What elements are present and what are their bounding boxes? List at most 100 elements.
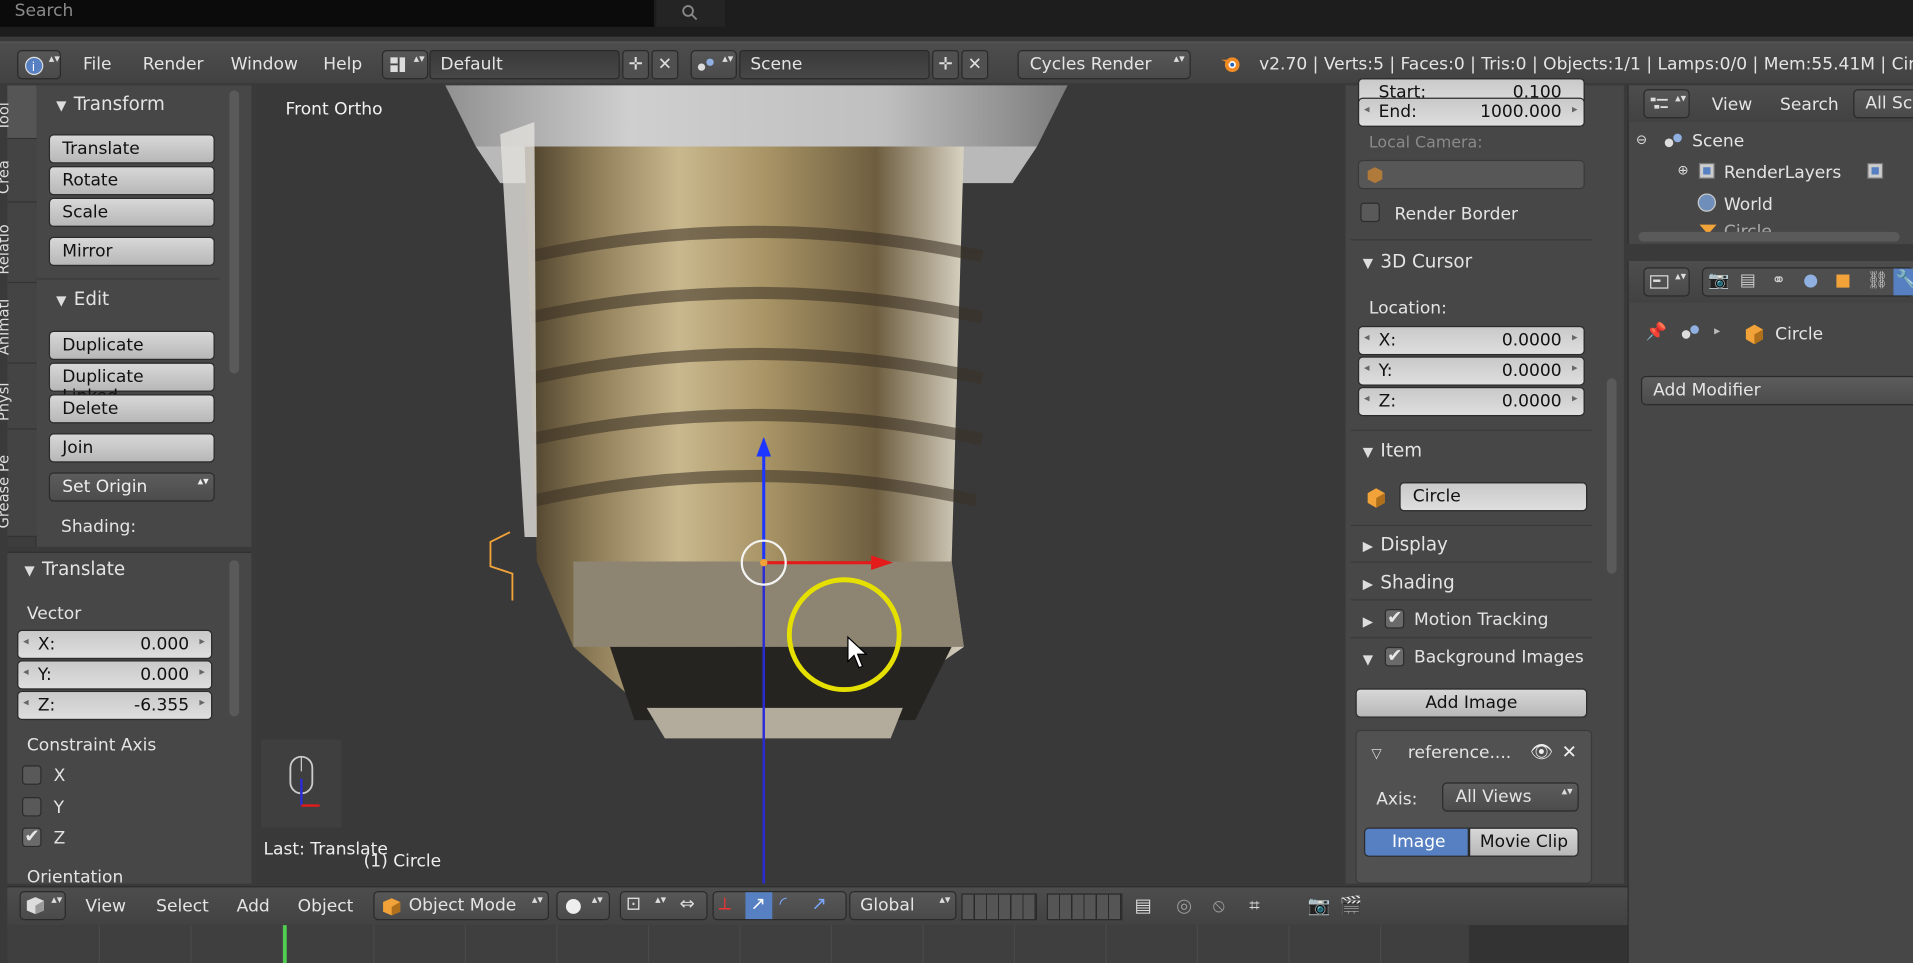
cursor-z-field[interactable]: ◂ Z: 0.0000 ▸ <box>1357 386 1585 417</box>
outliner-scrollbar[interactable] <box>1638 231 1900 242</box>
scene-icon[interactable]: ⚭ <box>1771 271 1785 291</box>
remove-layout-button[interactable]: ✕ <box>651 50 679 80</box>
transform-orientation-select[interactable]: Global ▴▾ <box>849 890 957 921</box>
display-panel-header[interactable]: ▶ Display <box>1363 533 1448 555</box>
cursor-y-field[interactable]: ◂ Y: 0.0000 ▸ <box>1357 356 1585 386</box>
constraint-z-checkbox[interactable] <box>21 825 42 848</box>
render-layers-icon[interactable] <box>1865 161 1887 181</box>
n-panel-scrollbar[interactable] <box>1606 378 1617 574</box>
local-camera-field[interactable] <box>1357 159 1585 190</box>
viewport-shading-select[interactable]: ● ▴▾ <box>556 890 611 921</box>
menu-render[interactable]: Render <box>143 55 204 75</box>
outliner-renderlayers-label[interactable]: RenderLayers <box>1724 164 1841 184</box>
item-panel-header[interactable]: ▼ Item <box>1363 439 1422 461</box>
modifiers-wrench-icon[interactable]: 🔧 <box>1893 268 1913 296</box>
vector-z-field[interactable]: ◂ Z: -6.355 ▸ <box>17 690 213 721</box>
outliner-filter-select[interactable]: All Sce <box>1853 89 1913 119</box>
search-button[interactable] <box>656 0 725 27</box>
object-icon[interactable]: ■ <box>1835 271 1851 291</box>
tab-create[interactable]: Crea <box>0 139 37 203</box>
tab-grease-pencil[interactable]: Grease Pe <box>0 429 37 538</box>
outliner-scene-label[interactable]: Scene <box>1692 132 1744 152</box>
join-button[interactable]: Join <box>48 433 215 463</box>
tab-animation[interactable]: Animati <box>0 283 37 364</box>
outliner-menu-view[interactable]: View <box>1712 95 1753 115</box>
menu-file[interactable]: File <box>83 55 112 75</box>
tab-movie-clip[interactable]: Movie Clip <box>1468 827 1579 857</box>
cursor-x-field[interactable]: ◂ X: 0.0000 ▸ <box>1357 325 1585 356</box>
shading-panel-header[interactable]: ▶ Shading <box>1363 571 1455 593</box>
interaction-mode-select[interactable]: Object Mode ▴▾ <box>373 890 550 921</box>
viewport-menu-object[interactable]: Object <box>298 897 354 917</box>
expand-circle-icon[interactable]: ⊕ <box>1678 162 1689 178</box>
constraint-x-checkbox[interactable] <box>21 765 42 785</box>
tab-image[interactable]: Image <box>1363 827 1469 857</box>
viewport-editor-type-button[interactable]: ▴▾ <box>19 890 66 921</box>
mirror-button[interactable]: Mirror <box>48 236 215 267</box>
add-image-button[interactable]: Add Image <box>1355 688 1588 718</box>
render-border-checkbox[interactable] <box>1360 202 1380 223</box>
tab-physics[interactable]: Physi <box>0 363 37 430</box>
rotate-manipulator-icon[interactable]: ◜ <box>780 892 787 914</box>
scale-button[interactable]: Scale <box>48 197 215 228</box>
current-frame-marker[interactable] <box>283 925 287 963</box>
vector-x-field[interactable]: ◂ X: 0.000 ▸ <box>17 629 213 660</box>
screen-layout-browse[interactable]: ▴▾ <box>381 50 429 80</box>
add-scene-button[interactable]: ✛ <box>932 50 959 80</box>
render-engine-select[interactable]: Cycles Render ▴▾ <box>1017 50 1191 80</box>
snap-element-icon[interactable]: ⌗ <box>1249 895 1259 917</box>
world-icon[interactable]: ● <box>1803 271 1818 291</box>
render-camera-icon[interactable]: 📷 <box>1708 271 1729 291</box>
menu-help[interactable]: Help <box>323 55 362 75</box>
screen-layout-field[interactable]: Default <box>429 50 620 80</box>
constraints-link-icon[interactable]: ⛓ <box>1867 271 1889 291</box>
3d-cursor-panel-header[interactable]: ▼ 3D Cursor <box>1363 250 1472 272</box>
scene-field[interactable]: Scene <box>739 50 930 80</box>
outliner-editor-type-button[interactable]: ▴▾ <box>1643 89 1690 119</box>
timeline[interactable] <box>7 925 1628 963</box>
delete-button[interactable]: Delete <box>48 394 215 424</box>
3d-viewport[interactable]: Front Ortho Last: Translate (1) Circle <box>256 85 1345 884</box>
outliner-world-label[interactable]: World <box>1724 195 1773 215</box>
scene-layers-1[interactable] <box>961 893 1038 921</box>
layer-lock-icon[interactable]: ▤ <box>1135 895 1152 917</box>
search-input[interactable]: Search <box>0 0 654 27</box>
collapse-triangle-icon[interactable]: ▽ <box>1371 746 1381 762</box>
close-icon[interactable]: ✕ <box>1562 741 1577 763</box>
translate-manipulator-icon[interactable]: ↗ <box>745 892 773 920</box>
clip-end-field[interactable]: ◂ End: 1000.000 ▸ <box>1357 97 1585 127</box>
motion-tracking-panel-header[interactable]: ▶ <box>1363 609 1381 631</box>
viewport-menu-view[interactable]: View <box>85 897 126 917</box>
editor-type-button[interactable]: i ▴▾ <box>17 50 62 80</box>
duplicate-button[interactable]: Duplicate <box>48 330 215 361</box>
scene-layers-2[interactable] <box>1046 893 1123 921</box>
snap-icon[interactable]: ⦸ <box>1213 895 1225 917</box>
edit-panel-header[interactable]: ▼ Edit <box>56 288 109 310</box>
eye-icon[interactable]: 👁 <box>1530 741 1553 763</box>
vector-y-field[interactable]: ◂ Y: 0.000 ▸ <box>17 660 213 690</box>
tab-relations[interactable]: Relatio <box>0 202 37 284</box>
properties-editor-type-button[interactable]: ▴▾ <box>1643 267 1690 297</box>
background-images-checkbox[interactable] <box>1384 644 1405 667</box>
tab-tools[interactable]: Tool <box>0 85 37 140</box>
operator-panel-header[interactable]: ▼ Translate <box>24 558 125 580</box>
motion-tracking-checkbox[interactable] <box>1384 607 1405 629</box>
tool-shelf-scrollbar[interactable] <box>229 90 240 374</box>
transform-manipulator[interactable] <box>737 432 908 591</box>
background-images-panel-header[interactable]: ▼ <box>1363 647 1381 669</box>
manipulate-center-icon[interactable]: ⇔ <box>680 892 695 914</box>
add-modifier-dropdown[interactable]: Add Modifier <box>1640 375 1913 406</box>
operator-scrollbar[interactable] <box>229 560 240 717</box>
scene-browse[interactable]: ▴▾ <box>690 50 737 80</box>
render-opengl-icon[interactable]: 📷 <box>1308 895 1331 917</box>
collapse-circle-icon[interactable]: ⊖ <box>1636 132 1647 148</box>
pin-icon[interactable]: 📌 <box>1646 322 1667 342</box>
remove-scene-button[interactable]: ✕ <box>961 50 989 80</box>
constraint-y-checkbox[interactable] <box>21 797 42 817</box>
pivot-point-select[interactable]: ⊡ ▴▾ ⇔ <box>619 890 708 921</box>
transform-panel-header[interactable]: ▼ Transform <box>56 93 165 115</box>
translate-button[interactable]: Translate <box>48 134 215 164</box>
axis-dropdown[interactable]: All Views ▴▾ <box>1442 782 1579 812</box>
object-name-field[interactable]: Circle <box>1399 482 1588 512</box>
viewport-menu-select[interactable]: Select <box>156 897 209 917</box>
